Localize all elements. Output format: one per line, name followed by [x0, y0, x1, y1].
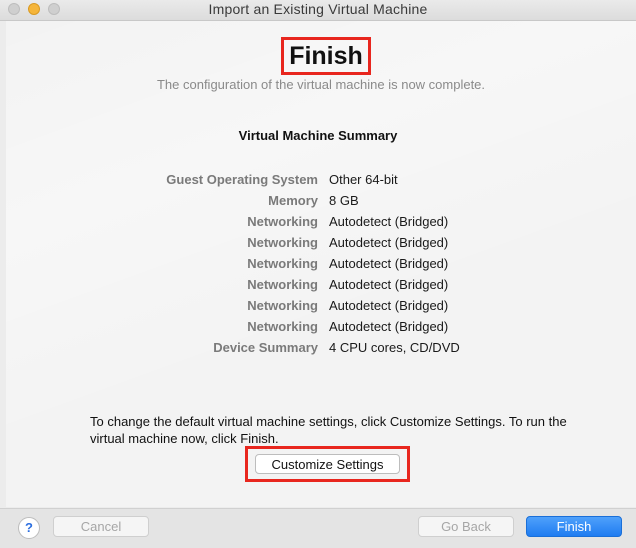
summary-value: Autodetect (Bridged) — [329, 319, 449, 334]
summary-label: Networking — [247, 277, 318, 292]
question-mark-icon: ? — [25, 520, 33, 535]
summary-value: Autodetect (Bridged) — [329, 214, 449, 229]
summary-heading: Virtual Machine Summary — [238, 128, 398, 143]
summary-row: Guest Operating System Other 64-bit — [6, 172, 636, 193]
summary-label: Networking — [247, 298, 318, 313]
summary-row: Memory 8 GB — [6, 193, 636, 214]
vm-summary: Guest Operating System Other 64-bit Memo… — [6, 172, 636, 361]
bottom-bar: ? Cancel Go Back Finish — [0, 508, 636, 548]
summary-row: Networking Autodetect (Bridged) — [6, 277, 636, 298]
finish-button[interactable]: Finish — [526, 516, 622, 537]
cancel-button[interactable]: Cancel — [53, 516, 149, 537]
summary-row: Networking Autodetect (Bridged) — [6, 235, 636, 256]
summary-value: 8 GB — [329, 193, 359, 208]
import-vm-window: Import an Existing Virtual Machine Finis… — [0, 0, 636, 548]
content-area: Finish The configuration of the virtual … — [6, 21, 636, 507]
title-bar: Import an Existing Virtual Machine — [0, 0, 636, 21]
go-back-button[interactable]: Go Back — [418, 516, 514, 537]
instructions-text: To change the default virtual machine se… — [90, 414, 567, 446]
summary-label: Guest Operating System — [166, 172, 318, 187]
customize-highlight: Customize Settings — [245, 446, 410, 482]
summary-label: Memory — [268, 193, 318, 208]
help-button[interactable]: ? — [18, 517, 40, 539]
summary-value: Autodetect (Bridged) — [329, 277, 449, 292]
customize-settings-button[interactable]: Customize Settings — [255, 454, 400, 474]
summary-row: Networking Autodetect (Bridged) — [6, 256, 636, 277]
page-title: Finish — [289, 41, 363, 70]
summary-row: Networking Autodetect (Bridged) — [6, 319, 636, 340]
window-title: Import an Existing Virtual Machine — [208, 1, 428, 17]
summary-label: Networking — [247, 214, 318, 229]
summary-row: Networking Autodetect (Bridged) — [6, 298, 636, 319]
summary-value: Other 64-bit — [329, 172, 398, 187]
summary-row: Networking Autodetect (Bridged) — [6, 214, 636, 235]
summary-value: Autodetect (Bridged) — [329, 235, 449, 250]
summary-value: Autodetect (Bridged) — [329, 298, 449, 313]
summary-label: Device Summary — [213, 340, 318, 355]
summary-value: 4 CPU cores, CD/DVD — [329, 340, 460, 355]
summary-label: Networking — [247, 235, 318, 250]
summary-label: Networking — [247, 319, 318, 334]
page-title-highlight: Finish — [281, 37, 371, 75]
summary-value: Autodetect (Bridged) — [329, 256, 449, 271]
page-subtitle: The configuration of the virtual machine… — [156, 77, 486, 92]
summary-row: Device Summary 4 CPU cores, CD/DVD — [6, 340, 636, 361]
summary-label: Networking — [247, 256, 318, 271]
